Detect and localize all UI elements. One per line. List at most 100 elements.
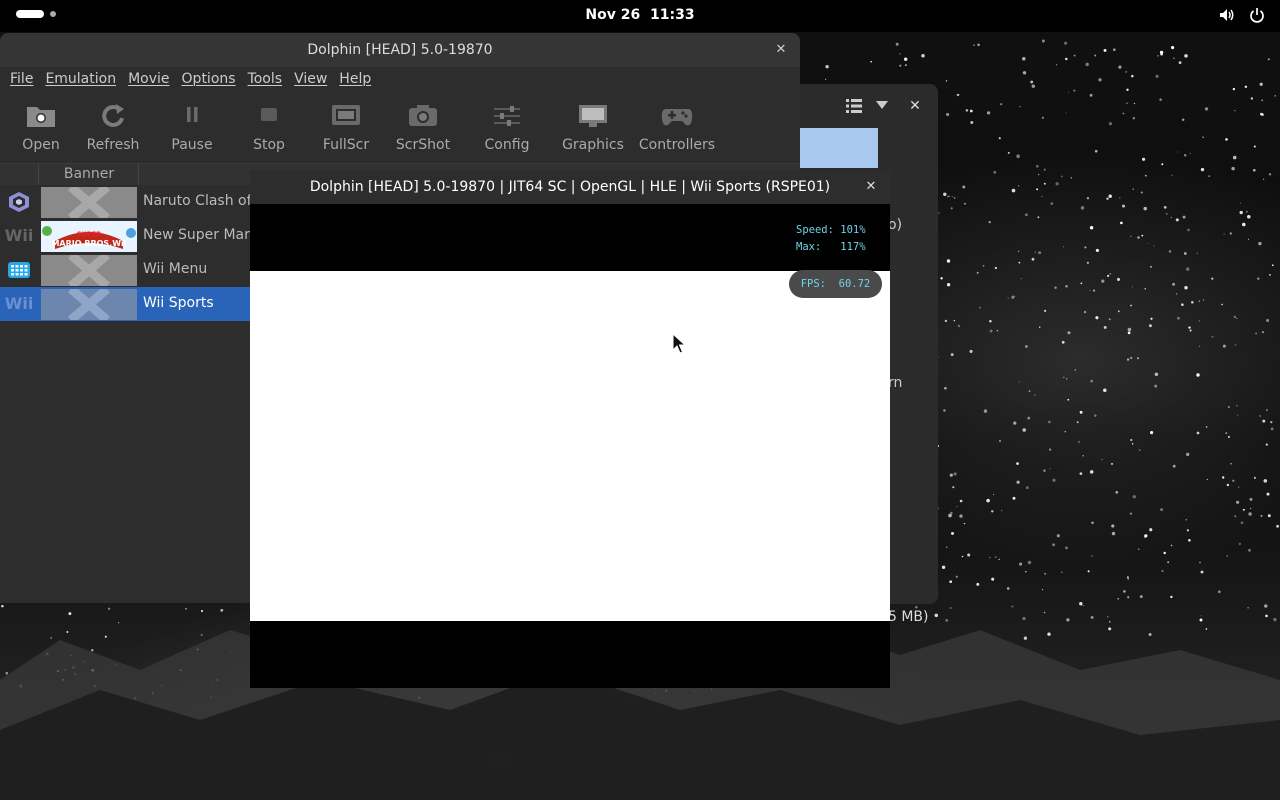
star [973, 44, 975, 46]
star [1198, 320, 1200, 322]
star [1188, 326, 1191, 329]
star [1259, 82, 1263, 86]
max-speed-text: Max: 117% [796, 241, 866, 253]
game-viewport[interactable] [250, 271, 890, 621]
star [1221, 303, 1223, 306]
star [1261, 331, 1264, 334]
star [1063, 376, 1065, 379]
star [953, 197, 956, 199]
column-banner[interactable]: Banner [40, 166, 138, 182]
star [1130, 235, 1132, 238]
star [1266, 319, 1270, 322]
star [1108, 122, 1112, 126]
star [953, 319, 956, 322]
star [1111, 531, 1116, 536]
stop-button[interactable]: Stop [234, 95, 304, 161]
star [1205, 426, 1208, 428]
close-button[interactable]: ✕ [772, 41, 790, 59]
controllers-button[interactable]: Controllers [630, 95, 724, 161]
star [989, 329, 993, 333]
star [1239, 202, 1242, 204]
star [1230, 463, 1232, 465]
star [1176, 316, 1180, 320]
star [1022, 57, 1026, 61]
star [1189, 329, 1192, 332]
star [1070, 177, 1072, 179]
star [1055, 182, 1059, 186]
star [1043, 182, 1046, 185]
star [1185, 267, 1190, 271]
dropdown-arrow-icon[interactable] [876, 100, 888, 110]
star [1255, 332, 1258, 335]
menu-emulation[interactable]: Emulation [39, 67, 122, 93]
star [1240, 521, 1244, 525]
graphics-button[interactable]: Graphics [556, 95, 630, 161]
screenshot-button[interactable]: ScrShot [388, 95, 458, 161]
star [1101, 459, 1103, 461]
star [1150, 431, 1154, 435]
menu-options[interactable]: Options [176, 67, 242, 93]
star [1170, 216, 1173, 219]
fps-overlay: FPS: 60.72 [789, 270, 882, 298]
menu-tools[interactable]: Tools [242, 67, 289, 93]
refresh-button[interactable]: Refresh [76, 95, 150, 161]
star [1126, 358, 1130, 361]
star [1119, 197, 1121, 199]
config-button[interactable]: Config [458, 95, 556, 161]
star [1048, 448, 1052, 451]
star [1244, 85, 1248, 89]
star [1089, 470, 1094, 474]
star [1065, 57, 1068, 61]
star [1091, 555, 1093, 557]
star [1041, 196, 1043, 198]
star [1250, 97, 1254, 100]
star [1266, 492, 1270, 496]
star [1031, 257, 1035, 261]
open-button[interactable]: Open [6, 95, 76, 161]
system-tray[interactable] [1218, 6, 1266, 24]
star [1125, 71, 1128, 73]
star [1132, 188, 1134, 190]
menu-view[interactable]: View [288, 67, 333, 93]
volume-icon[interactable] [1218, 6, 1236, 24]
star [948, 195, 950, 197]
refresh-icon [102, 104, 124, 127]
star [994, 266, 998, 270]
star [1153, 245, 1155, 247]
fullscreen-button[interactable]: FullScr [304, 95, 388, 161]
star [963, 522, 966, 525]
placeholder-x-icon [68, 255, 110, 286]
star [1160, 52, 1163, 56]
star [1052, 543, 1056, 547]
pause-button[interactable]: Pause [150, 95, 234, 161]
menu-help[interactable]: Help [333, 67, 377, 93]
star [1252, 168, 1256, 172]
star [1014, 295, 1016, 297]
star [1025, 213, 1028, 217]
star [1085, 62, 1089, 67]
star [950, 353, 954, 357]
list-view-icon[interactable] [846, 98, 862, 114]
render-window[interactable]: Dolphin [HEAD] 5.0-19870 | JIT64 SC | Op… [250, 170, 890, 688]
star [1007, 151, 1010, 154]
refresh-label: Refresh [86, 137, 140, 153]
star [1226, 483, 1230, 487]
clock-time: 11:33 [650, 7, 695, 23]
star [1073, 89, 1076, 92]
selected-item-highlight[interactable] [800, 128, 878, 168]
star [1111, 524, 1115, 528]
star [1064, 431, 1066, 433]
star [899, 53, 901, 55]
close-icon[interactable]: ✕ [906, 97, 924, 115]
clock[interactable]: Nov 26 11:33 [0, 7, 1280, 23]
clock-date: Nov 26 [585, 7, 641, 23]
star [1196, 431, 1200, 435]
star [1126, 102, 1128, 105]
open-label: Open [22, 137, 60, 153]
menu-movie[interactable]: Movie [122, 67, 175, 93]
star [1236, 317, 1238, 320]
power-icon[interactable] [1248, 6, 1266, 24]
menu-file[interactable]: File [4, 67, 39, 93]
render-close-button[interactable]: ✕ [862, 178, 880, 196]
star [1232, 87, 1236, 91]
